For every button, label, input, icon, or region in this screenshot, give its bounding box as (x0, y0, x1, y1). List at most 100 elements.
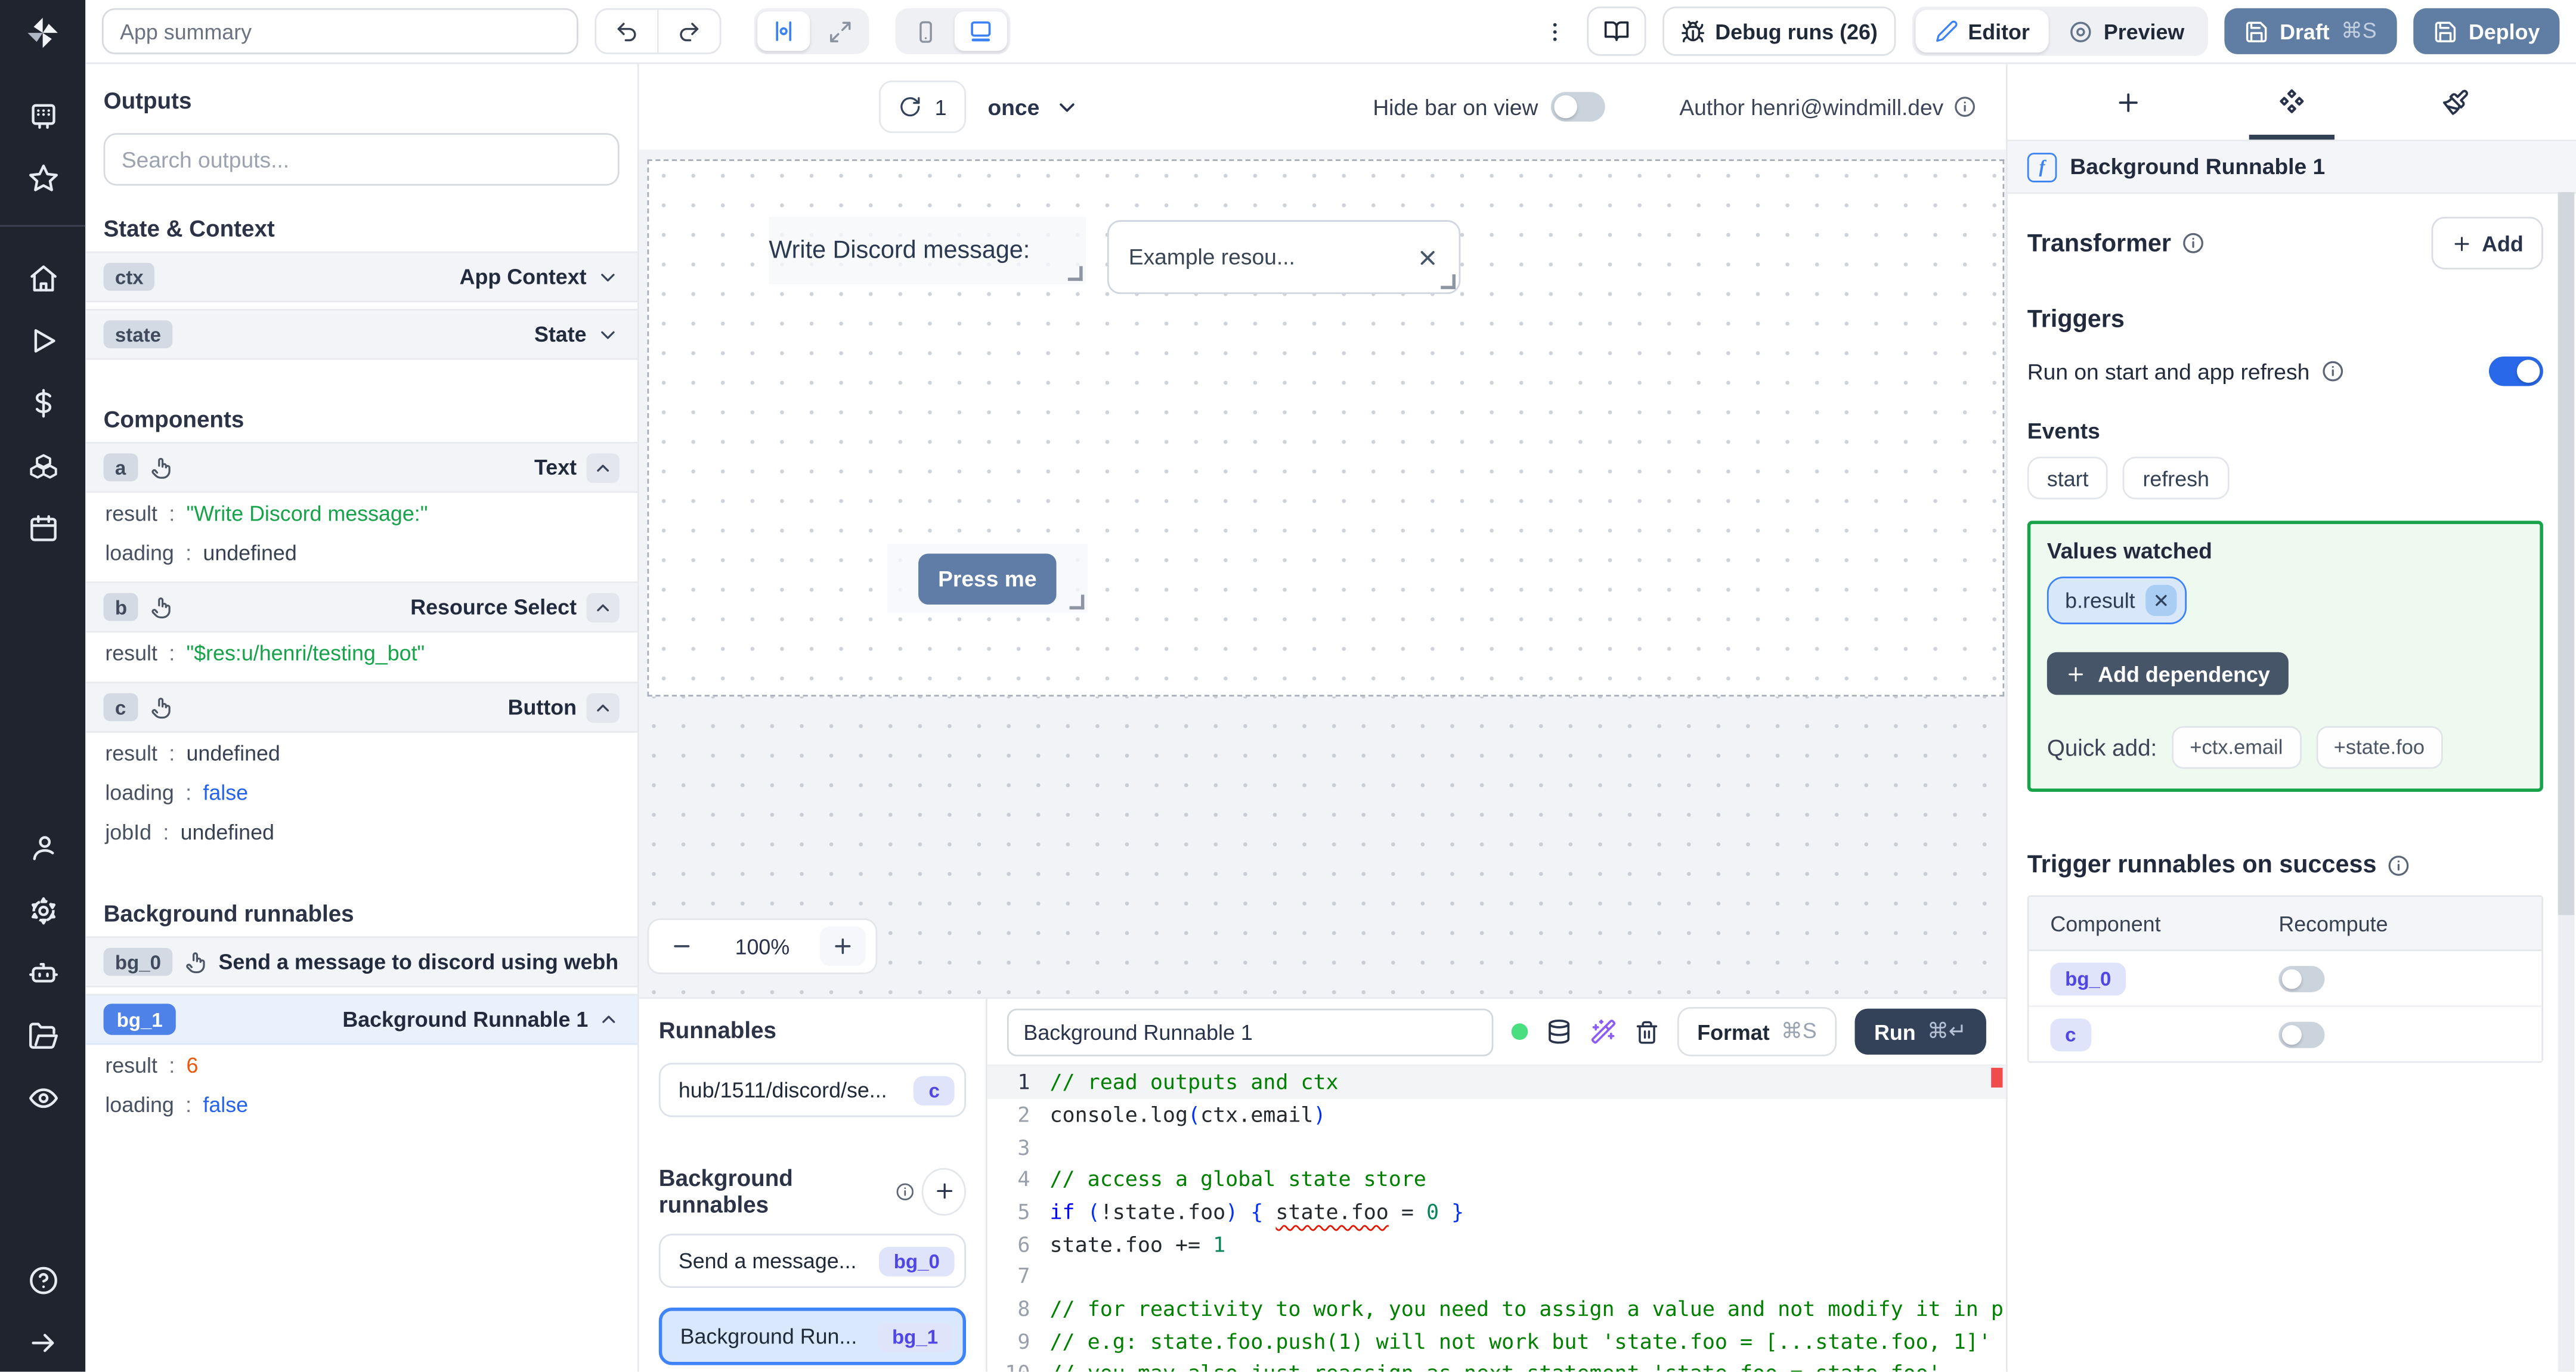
home-icon[interactable] (27, 262, 58, 293)
state-badge: state (103, 320, 173, 349)
code-lines[interactable]: 1// read outputs and ctx 2 console.log(ctx… (987, 1065, 2006, 1372)
format-button[interactable]: Format ⌘S (1677, 1007, 1837, 1057)
component-a-badge: a (103, 453, 138, 482)
tab-add-component[interactable] (2083, 64, 2175, 140)
code-line[interactable]: 3 (987, 1131, 2006, 1163)
tab-styling[interactable] (2409, 64, 2501, 140)
add-runnable-button[interactable] (922, 1167, 966, 1216)
add-dependency-label: Add dependency (2098, 661, 2270, 686)
collapse-arrow-icon[interactable] (27, 1328, 58, 1359)
code-line[interactable]: 6 state.foo += 1 (987, 1228, 2006, 1260)
chevron-up-icon[interactable] (598, 1009, 620, 1030)
fullscreen-button[interactable] (813, 11, 866, 51)
remove-watched-button[interactable] (2145, 584, 2176, 617)
variables-icon[interactable] (27, 387, 58, 418)
ctx-row[interactable]: ctx App Context (85, 251, 637, 302)
bg0-row[interactable]: bg_0 Send a message to discord using web… (85, 936, 637, 987)
resize-handle[interactable] (1069, 594, 1085, 610)
state-row[interactable]: state State (85, 308, 637, 360)
resize-handle[interactable] (1067, 266, 1083, 281)
recompute-toggle-bg0[interactable] (2278, 965, 2325, 992)
code-line[interactable]: 5 if (!state.foo) { state.foo = 0 } (987, 1196, 2006, 1228)
hide-bar-toggle[interactable] (1551, 92, 1606, 122)
deploy-button[interactable]: Deploy (2413, 8, 2560, 54)
code-line[interactable]: 10// you may also just reassign as next … (987, 1358, 2006, 1372)
center-layout-button[interactable] (757, 11, 810, 51)
component-b-row[interactable]: b Resource Select (85, 581, 637, 633)
recompute-toggle-c[interactable] (2278, 1021, 2325, 1048)
zoom-out-button[interactable] (659, 927, 705, 967)
app-summary-input[interactable]: App summary (101, 8, 578, 54)
run-button[interactable]: Run ⌘↵ (1854, 1009, 1986, 1055)
refresh-counter[interactable]: 1 (878, 80, 967, 134)
interval-select[interactable]: once (987, 94, 1079, 119)
quick-add-ctx-email[interactable]: +ctx.email (2172, 726, 2301, 769)
collapse-button[interactable] (586, 592, 620, 622)
workspace-icon[interactable] (27, 100, 58, 131)
code-line[interactable]: 4// access a global state store (987, 1164, 2006, 1196)
code-line[interactable]: 9// e.g: state.foo.push(1) will not work… (987, 1325, 2006, 1358)
settings-gear-icon[interactable] (27, 896, 58, 927)
redo-button[interactable] (657, 10, 720, 53)
runs-icon[interactable] (27, 324, 58, 355)
runnable-name-input[interactable]: Background Runnable 1 (1007, 1008, 1494, 1056)
add-transformer-button[interactable]: Add (2431, 216, 2543, 270)
bg1-row[interactable]: bg_1 Background Runnable 1 (85, 993, 637, 1045)
user-icon[interactable] (27, 833, 58, 864)
tab-editor[interactable]: Editor (1915, 10, 2049, 53)
cache-database-icon[interactable] (1546, 1019, 1572, 1045)
collapse-button[interactable] (586, 453, 620, 482)
mobile-view-button[interactable] (899, 11, 951, 51)
resource-select-component[interactable]: Example resou... (1107, 220, 1461, 295)
search-outputs-input[interactable]: Search outputs... (103, 133, 620, 186)
desktop-view-button[interactable] (954, 11, 1007, 51)
chevron-down-icon[interactable] (596, 323, 620, 346)
code-line[interactable]: 7 (987, 1260, 2006, 1293)
debug-runs-button[interactable]: Debug runs (26) (1662, 7, 1896, 56)
code-line[interactable]: 8// for reactivity to work, you need to … (987, 1293, 2006, 1325)
zoom-in-button[interactable] (819, 927, 866, 967)
info-icon[interactable] (894, 1181, 914, 1202)
folders-icon[interactable] (27, 1020, 58, 1051)
workers-robot-icon[interactable] (27, 958, 58, 989)
code-line[interactable]: 2 console.log(ctx.email) (987, 1099, 2006, 1131)
audit-eye-icon[interactable] (27, 1083, 58, 1114)
clear-x-icon[interactable] (1416, 246, 1439, 269)
component-a-row[interactable]: a Text (85, 442, 637, 493)
ai-wand-icon[interactable] (1590, 1019, 1617, 1045)
more-menu-button[interactable] (1539, 19, 1570, 44)
draft-button[interactable]: Draft ⌘S (2224, 8, 2397, 54)
collapse-button[interactable] (586, 692, 620, 722)
code-line[interactable]: 1// read outputs and ctx (987, 1066, 2006, 1100)
tab-components[interactable] (2246, 64, 2337, 140)
scrollbar-thumb[interactable] (2558, 192, 2575, 915)
info-icon[interactable] (1953, 95, 1977, 119)
resources-boxes-icon[interactable] (27, 450, 58, 481)
quick-add-state-foo[interactable]: +state.foo (2315, 726, 2443, 769)
button-component[interactable]: Press me (887, 543, 1088, 613)
app-canvas[interactable]: Write Discord message: Example resou... … (639, 149, 2006, 998)
info-icon[interactable] (2321, 360, 2345, 383)
add-dependency-button[interactable]: Add dependency (2046, 652, 2289, 695)
runnable-hub-item[interactable]: hub/1511/discord/se... c (658, 1063, 966, 1118)
run-on-start-toggle[interactable] (2488, 356, 2543, 386)
favorites-star-icon[interactable] (27, 162, 58, 193)
component-c-row[interactable]: c Button (85, 682, 637, 733)
runnable-bg0-item[interactable]: Send a message... bg_0 (658, 1234, 966, 1289)
tab-preview[interactable]: Preview (2049, 10, 2204, 53)
windmill-logo-icon[interactable] (24, 15, 61, 51)
resize-handle[interactable] (1441, 274, 1456, 289)
help-icon[interactable] (27, 1265, 58, 1296)
delete-trash-icon[interactable] (1635, 1020, 1659, 1044)
canvas-grid-card[interactable]: Write Discord message: Example resou... … (647, 159, 2005, 697)
docs-book-button[interactable] (1587, 7, 1646, 56)
scrollbar[interactable] (2558, 192, 2575, 1372)
press-me-button[interactable]: Press me (918, 553, 1057, 604)
undo-button[interactable] (596, 10, 657, 53)
schedules-calendar-icon[interactable] (27, 512, 58, 543)
text-component[interactable]: Write Discord message: (769, 216, 1086, 284)
chevron-down-icon[interactable] (596, 265, 620, 289)
runnable-bg1-item[interactable]: Background Run... bg_1 (658, 1308, 966, 1366)
info-icon[interactable] (2181, 231, 2205, 255)
info-icon[interactable] (2386, 853, 2410, 877)
